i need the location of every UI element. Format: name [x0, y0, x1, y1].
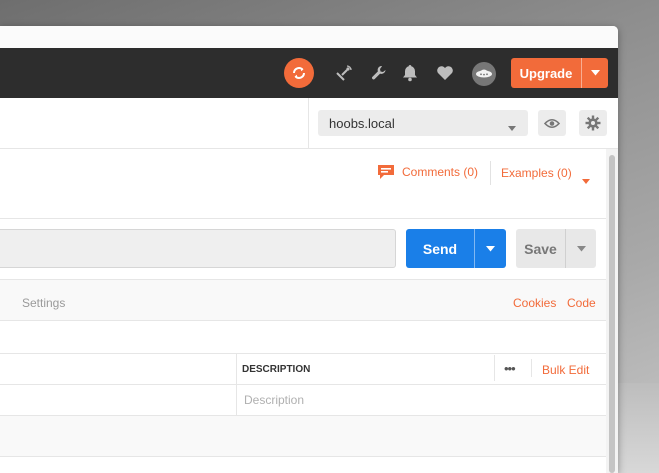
more-options-icon[interactable]: ••• [504, 361, 516, 376]
scrollbar[interactable] [606, 149, 618, 473]
table-footer [0, 416, 606, 456]
save-button[interactable]: Save [516, 229, 596, 268]
avatar-icon[interactable] [472, 62, 496, 86]
bulk-edit-link[interactable]: Bulk Edit [542, 363, 589, 377]
chevron-down-icon[interactable] [582, 171, 590, 189]
bell-icon[interactable] [399, 62, 421, 84]
gear-icon [585, 115, 601, 131]
description-column-header: DESCRIPTION [242, 364, 311, 375]
examples-link[interactable]: Examples (0) [501, 166, 572, 180]
comment-icon[interactable] [378, 165, 394, 185]
sync-icon[interactable] [284, 58, 314, 88]
send-button[interactable]: Send [406, 229, 506, 268]
app-header: Upgrade [0, 48, 618, 98]
title-bar [0, 26, 618, 49]
chevron-down-icon [508, 119, 516, 134]
environment-quick-look-button[interactable] [538, 110, 566, 136]
tab-settings[interactable]: Settings [22, 296, 65, 310]
upgrade-button[interactable]: Upgrade [511, 58, 608, 88]
cookies-link[interactable]: Cookies [513, 296, 556, 310]
manage-environments-button[interactable] [579, 110, 607, 136]
eye-icon [544, 118, 560, 128]
environment-label: hoobs.local [329, 115, 395, 131]
request-panel: Comments (0) Examples (0) Send Save Sett… [0, 149, 606, 473]
environment-select[interactable]: hoobs.local [318, 110, 528, 136]
wrench-icon[interactable] [368, 62, 390, 84]
send-label: Send [422, 240, 458, 257]
url-input[interactable] [0, 229, 396, 268]
heart-icon[interactable] [434, 62, 456, 84]
chevron-down-icon[interactable] [582, 70, 608, 76]
description-field[interactable]: Description [244, 393, 304, 407]
code-link[interactable]: Code [567, 296, 596, 310]
app-window: Upgrade hoobs.local Comments (0) Example… [0, 26, 618, 473]
scrollbar-thumb[interactable] [609, 155, 615, 473]
save-label: Save [524, 240, 557, 257]
comments-link[interactable]: Comments (0) [402, 165, 478, 179]
upgrade-label: Upgrade [519, 65, 573, 81]
environment-bar: hoobs.local [0, 98, 618, 149]
chevron-down-icon[interactable] [566, 245, 596, 252]
chevron-down-icon[interactable] [475, 245, 506, 252]
satellite-icon[interactable] [333, 62, 355, 84]
